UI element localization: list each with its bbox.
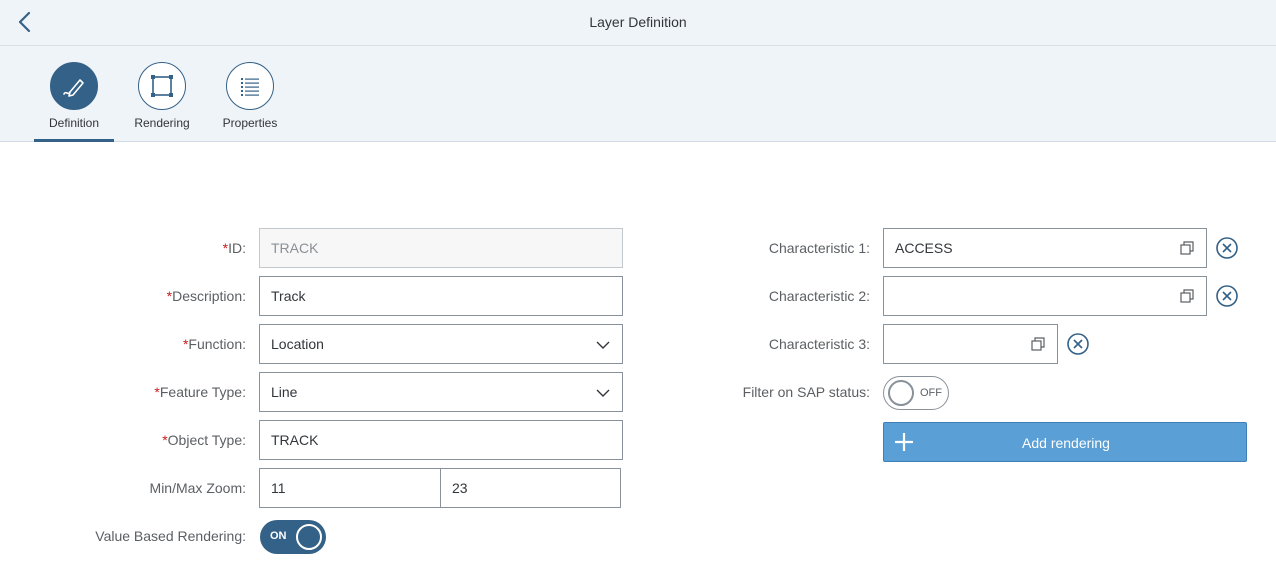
page-title: Layer Definition bbox=[589, 14, 687, 30]
value-help-icon[interactable] bbox=[1030, 336, 1046, 352]
add-rendering-button[interactable]: Add rendering bbox=[883, 422, 1247, 462]
tab-label: Definition bbox=[48, 116, 100, 130]
app-header: Layer Definition bbox=[0, 0, 1276, 46]
add-rendering-label: Add rendering bbox=[1022, 435, 1110, 451]
active-tab-indicator bbox=[34, 139, 114, 142]
characteristic-2-label: Characteristic 2: bbox=[768, 288, 870, 304]
pencil-icon bbox=[63, 79, 84, 97]
switch-knob bbox=[888, 380, 914, 406]
min-zoom-field[interactable]: 11 bbox=[259, 468, 441, 508]
switch-state-text: ON bbox=[270, 530, 287, 542]
value-help-icon[interactable] bbox=[1179, 240, 1195, 256]
filter-sap-status-label: Filter on SAP status: bbox=[742, 384, 870, 400]
tab-rendering[interactable]: Rendering bbox=[122, 62, 202, 142]
characteristic-1-label: Characteristic 1: bbox=[768, 240, 870, 256]
icon-tab-bar: Definition Rendering Properties bbox=[0, 46, 1276, 142]
filter-sap-status-switch[interactable]: OFF bbox=[883, 376, 949, 410]
list-icon bbox=[241, 78, 259, 96]
tab-label: Rendering bbox=[134, 116, 190, 130]
object-type-field[interactable]: TRACK bbox=[259, 420, 623, 460]
clear-characteristic-2-icon[interactable] bbox=[1215, 284, 1239, 308]
value-help-icon[interactable] bbox=[1179, 288, 1195, 304]
characteristic-1-value: ACCESS bbox=[895, 240, 953, 256]
object-type-label: *Object Type: bbox=[162, 432, 246, 448]
selection-frame-icon bbox=[151, 75, 173, 97]
clear-characteristic-1-icon[interactable] bbox=[1215, 236, 1239, 260]
characteristic-1-input[interactable]: ACCESS bbox=[883, 228, 1207, 268]
tab-properties[interactable]: Properties bbox=[210, 62, 290, 142]
tab-label: Properties bbox=[222, 116, 278, 130]
characteristic-2-input[interactable] bbox=[883, 276, 1207, 316]
value-based-rendering-switch[interactable]: ON bbox=[260, 520, 326, 554]
switch-state-text: OFF bbox=[920, 387, 942, 399]
clear-characteristic-3-icon[interactable] bbox=[1066, 332, 1090, 356]
tab-definition[interactable]: Definition bbox=[34, 62, 114, 142]
switch-knob bbox=[296, 524, 322, 550]
max-zoom-field[interactable]: 23 bbox=[440, 468, 621, 508]
characteristic-3-input[interactable] bbox=[883, 324, 1058, 364]
characteristic-3-label: Characteristic 3: bbox=[768, 336, 870, 352]
value-based-rendering-label: Value Based Rendering: bbox=[95, 528, 246, 544]
zoom-label: Min/Max Zoom: bbox=[149, 480, 246, 496]
